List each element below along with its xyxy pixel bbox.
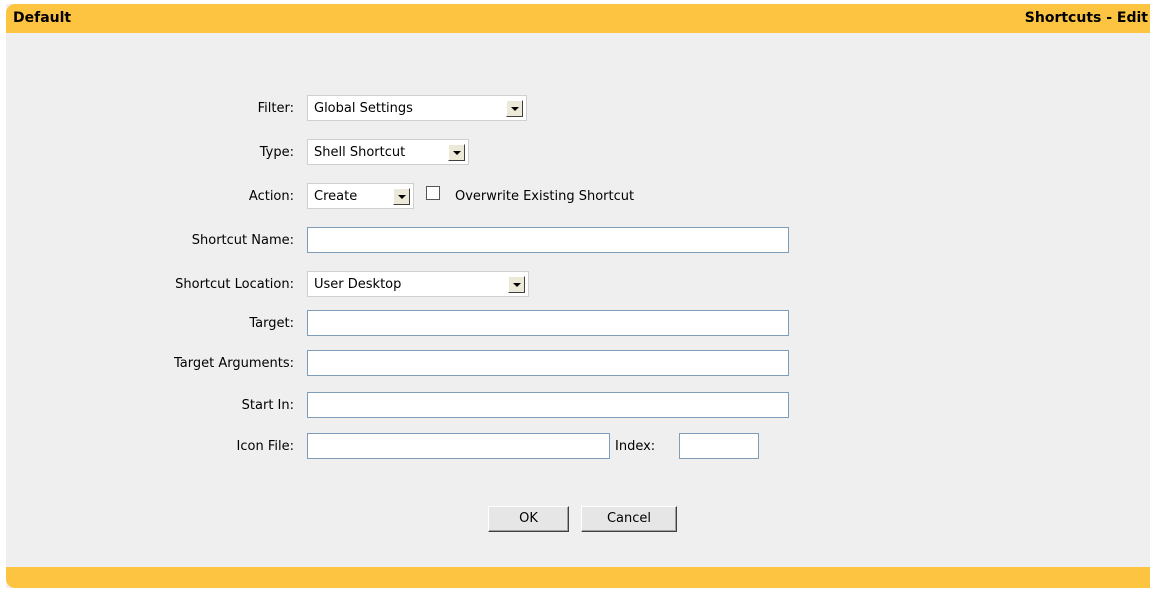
footer-bar bbox=[6, 567, 1150, 588]
icon-file-label: Icon File: bbox=[236, 439, 294, 454]
action-row: Action: Create Overwrite Existing Shortc… bbox=[6, 183, 1150, 211]
header-title-left: Default bbox=[13, 10, 72, 26]
filter-row: Filter: Global Settings bbox=[6, 95, 1150, 123]
type-row: Type: Shell Shortcut bbox=[6, 139, 1150, 167]
chevron-down-icon[interactable] bbox=[448, 144, 465, 161]
overwrite-checkbox-label: Overwrite Existing Shortcut bbox=[455, 189, 635, 204]
shortcut-location-label: Shortcut Location: bbox=[175, 277, 294, 292]
target-label: Target: bbox=[249, 316, 294, 331]
chevron-down-icon[interactable] bbox=[393, 188, 410, 205]
icon-file-input[interactable] bbox=[307, 433, 610, 459]
target-arguments-row: Target Arguments: bbox=[6, 350, 1150, 378]
target-input[interactable] bbox=[307, 310, 789, 336]
chevron-down-icon[interactable] bbox=[508, 276, 525, 293]
shortcut-name-input[interactable] bbox=[307, 227, 789, 253]
overwrite-checkbox[interactable] bbox=[426, 186, 440, 200]
start-in-input[interactable] bbox=[307, 392, 789, 418]
type-value: Shell Shortcut bbox=[314, 145, 406, 160]
action-select[interactable]: Create bbox=[307, 183, 414, 209]
chevron-down-icon[interactable] bbox=[506, 100, 523, 117]
action-value: Create bbox=[314, 189, 358, 204]
shortcut-name-label: Shortcut Name: bbox=[191, 233, 294, 248]
start-in-row: Start In: bbox=[6, 392, 1150, 420]
shortcut-location-value: User Desktop bbox=[314, 277, 402, 292]
type-label: Type: bbox=[259, 145, 294, 160]
index-input[interactable] bbox=[679, 433, 759, 459]
cancel-button[interactable]: Cancel bbox=[581, 506, 677, 532]
icon-file-row: Icon File: Index: bbox=[6, 433, 1150, 461]
shortcut-name-row: Shortcut Name: bbox=[6, 227, 1150, 255]
panel: Default Shortcuts - Edit Filter: Global … bbox=[6, 4, 1150, 588]
index-label: Index: bbox=[615, 439, 656, 454]
filter-label: Filter: bbox=[257, 101, 294, 116]
header-title-right: Shortcuts - Edit bbox=[1024, 10, 1148, 26]
ok-button[interactable]: OK bbox=[488, 506, 569, 532]
shortcut-location-select[interactable]: User Desktop bbox=[307, 271, 529, 297]
type-select[interactable]: Shell Shortcut bbox=[307, 139, 469, 165]
filter-value: Global Settings bbox=[314, 101, 413, 116]
action-label: Action: bbox=[248, 189, 294, 204]
target-row: Target: bbox=[6, 310, 1150, 338]
target-arguments-label: Target Arguments: bbox=[173, 356, 294, 371]
header-bar: Default Shortcuts - Edit bbox=[6, 4, 1150, 33]
filter-select[interactable]: Global Settings bbox=[307, 95, 527, 121]
shortcut-location-row: Shortcut Location: User Desktop bbox=[6, 271, 1150, 299]
start-in-label: Start In: bbox=[241, 398, 294, 413]
target-arguments-input[interactable] bbox=[307, 350, 789, 376]
